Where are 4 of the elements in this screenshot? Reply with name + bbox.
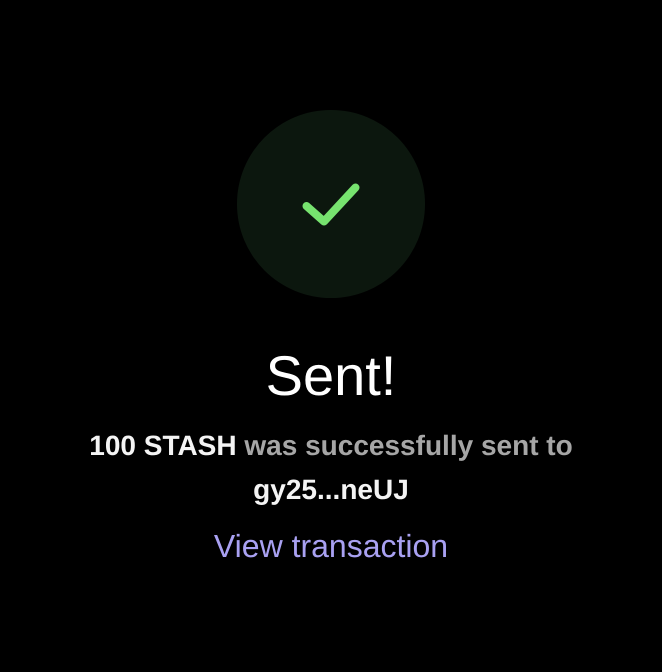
transfer-message: 100 STASH was successfully sent to gy25...neUJ bbox=[88, 429, 574, 507]
status-title: Sent! bbox=[266, 344, 396, 408]
check-icon bbox=[302, 182, 360, 226]
view-transaction-link[interactable]: View transaction bbox=[214, 526, 448, 566]
